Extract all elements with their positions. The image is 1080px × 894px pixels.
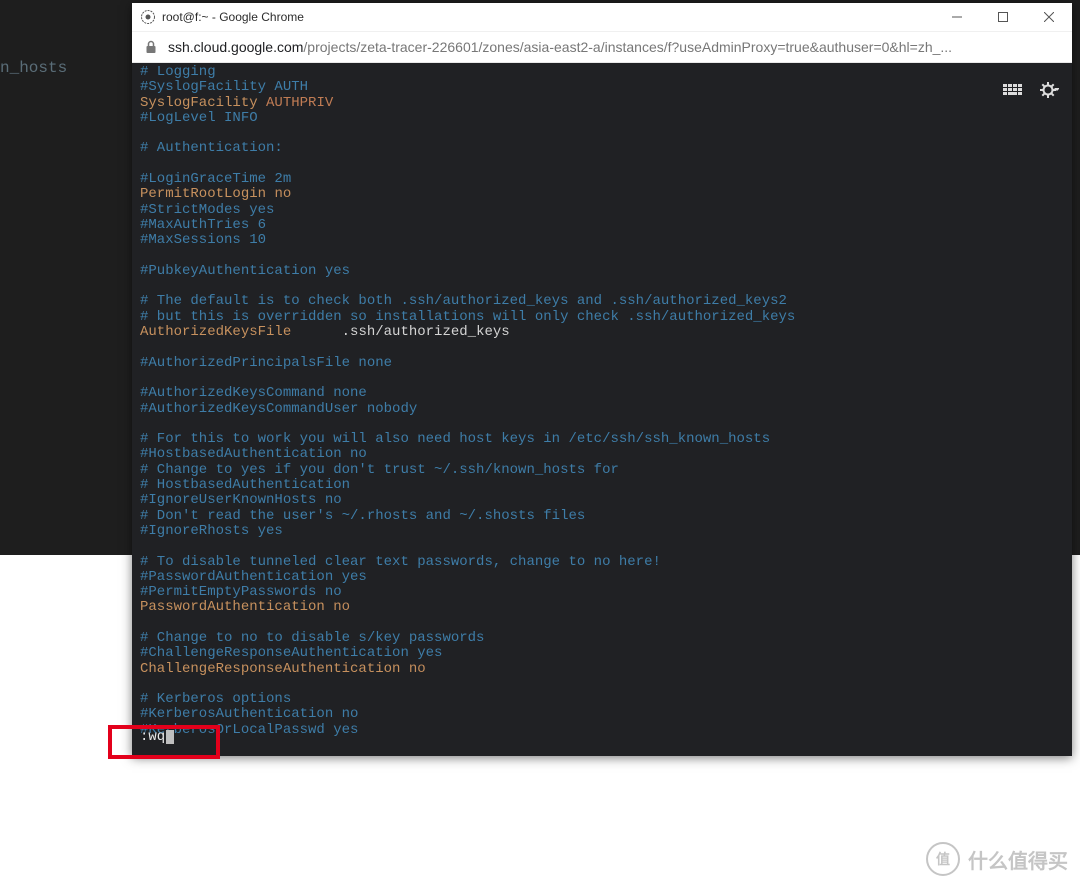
window-controls bbox=[934, 3, 1072, 31]
terminal-content: # Logging#SyslogFacility AUTHSyslogFacil… bbox=[140, 65, 795, 738]
url-text: ssh.cloud.google.com/projects/zeta-trace… bbox=[168, 39, 1060, 55]
keyboard-icon[interactable] bbox=[1002, 79, 1024, 101]
minimize-button[interactable] bbox=[934, 3, 980, 31]
watermark-text: 什么值得买 bbox=[968, 845, 1068, 874]
chrome-window: root@f:~ - Google Chrome ssh.cloud.googl… bbox=[132, 3, 1072, 756]
gear-icon[interactable] bbox=[1038, 79, 1060, 101]
window-titlebar[interactable]: root@f:~ - Google Chrome bbox=[132, 3, 1072, 31]
background-text-fragment: n_hosts bbox=[0, 59, 67, 77]
watermark: 值 什么值得买 bbox=[926, 842, 1068, 876]
annotation-highlight-box bbox=[108, 725, 220, 759]
close-button[interactable] bbox=[1026, 3, 1072, 31]
address-bar[interactable]: ssh.cloud.google.com/projects/zeta-trace… bbox=[132, 31, 1072, 63]
ssh-app-icon bbox=[140, 9, 156, 25]
window-title: root@f:~ - Google Chrome bbox=[162, 10, 934, 24]
watermark-badge: 值 bbox=[926, 842, 960, 876]
lock-icon bbox=[144, 40, 158, 54]
url-path: /projects/zeta-tracer-226601/zones/asia-… bbox=[303, 39, 952, 55]
maximize-button[interactable] bbox=[980, 3, 1026, 31]
url-host: ssh.cloud.google.com bbox=[168, 39, 303, 55]
terminal-area[interactable]: # Logging#SyslogFacility AUTHSyslogFacil… bbox=[132, 63, 1072, 756]
